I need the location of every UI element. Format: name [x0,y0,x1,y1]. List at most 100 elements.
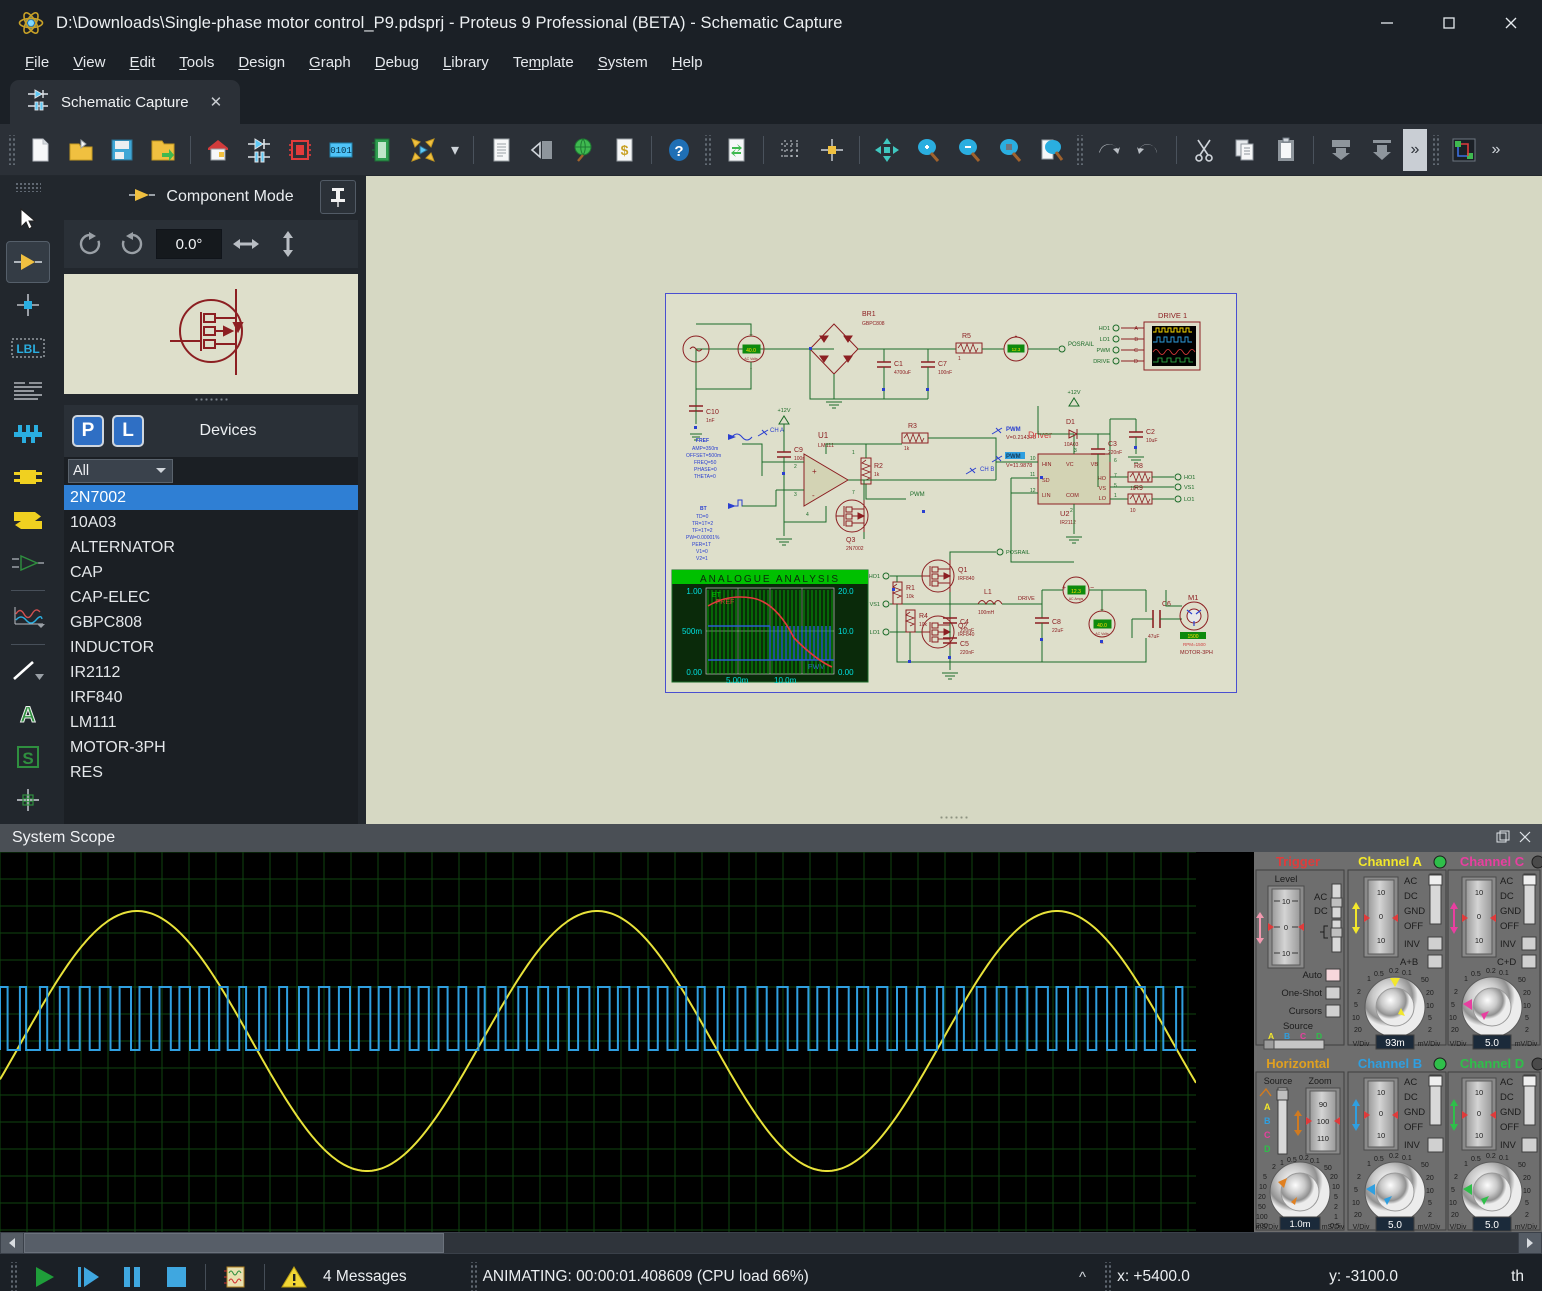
statusbar-grip-2[interactable] [469,1262,478,1291]
menu-item-graph[interactable]: Graph [298,51,362,74]
rotate-clockwise-icon[interactable] [72,226,108,262]
design-explorer-icon[interactable] [563,129,603,171]
menu-item-help[interactable]: Help [661,51,714,74]
device-category-select[interactable]: All [68,459,173,483]
zoom-sheet-icon[interactable] [1031,129,1071,171]
new-file-icon[interactable] [20,129,60,171]
scrollbar-thumb[interactable] [24,1233,444,1253]
menu-item-view[interactable]: View [62,51,116,74]
minimize-icon[interactable] [1356,0,1418,46]
open-file-icon[interactable] [61,129,101,171]
origin-icon[interactable] [812,129,852,171]
help-icon[interactable]: ? [659,129,699,171]
scroll-left-icon[interactable] [1,1233,23,1253]
overflow-chevron-icon-2[interactable]: » [1485,129,1507,171]
caret-up-icon[interactable]: ^ [1079,1269,1086,1286]
zoom-in-icon[interactable] [908,129,948,171]
refresh-icon[interactable] [716,129,756,171]
menu-item-template[interactable]: Template [502,51,585,74]
pick-device-button[interactable]: P [72,415,104,447]
import-file-icon[interactable] [143,129,183,171]
junction-dot-mode-icon[interactable] [6,284,50,326]
symbol-mode-icon[interactable]: S [6,736,50,778]
scrollbar-track[interactable] [24,1233,1518,1253]
zoom-out-icon[interactable] [949,129,989,171]
list-item[interactable]: CAP [64,560,358,585]
mirror-horizontal-icon[interactable] [228,226,264,262]
close-icon[interactable] [1480,0,1542,46]
2d-line-mode-icon[interactable] [6,650,50,692]
schematic-canvas[interactable]: 40.0 AC Volts + - BR1 GBPC808 [366,176,1542,824]
menu-item-system[interactable]: System [587,51,659,74]
list-item[interactable]: IR2112 [64,660,358,685]
schematic-capture-icon[interactable] [239,129,279,171]
list-item[interactable]: MOTOR-3PH [64,735,358,760]
zoom-area-icon[interactable] [990,129,1030,171]
rotation-angle-value[interactable]: 0.0° [156,229,222,259]
messages-count[interactable]: 4 Messages [323,1268,407,1286]
subcircuit-mode-icon[interactable] [6,456,50,498]
toggle-grid-icon[interactable] [771,129,811,171]
list-item[interactable]: LM111 [64,710,358,735]
pcb-route-icon[interactable] [1444,129,1484,171]
terminals-mode-icon[interactable] [6,499,50,541]
device-list[interactable]: 2N7002 10A03 ALTERNATOR CAP CAP-ELEC GBP… [64,485,358,824]
project-cost-icon[interactable]: $ [604,129,644,171]
pin-icon[interactable] [320,180,356,214]
device-pin-mode-icon[interactable] [6,542,50,584]
tab-schematic-capture[interactable]: Schematic Capture ✕ [10,80,240,124]
play-icon[interactable] [23,1257,65,1291]
redo-icon[interactable] [1129,129,1169,171]
toolbar-grip-3[interactable] [1075,135,1084,165]
list-item[interactable]: IRF840 [64,685,358,710]
paste-icon[interactable] [1266,129,1306,171]
list-item[interactable]: ALTERNATOR [64,535,358,560]
pcb-layout-icon[interactable] [280,129,320,171]
menu-item-edit[interactable]: Edit [118,51,166,74]
scope-scrollbar[interactable] [0,1232,1542,1254]
save-file-icon[interactable] [102,129,142,171]
menu-item-library[interactable]: Library [432,51,500,74]
canvas-resize-grip[interactable] [366,812,1542,822]
menu-item-debug[interactable]: Debug [364,51,430,74]
schematic-sheet[interactable]: 40.0 AC Volts + - BR1 GBPC808 [665,293,1237,693]
list-item[interactable]: INDUCTOR [64,635,358,660]
pan-icon[interactable] [867,129,907,171]
text-script-mode-icon[interactable] [6,370,50,412]
list-item[interactable]: 10A03 [64,510,358,535]
rail-grip[interactable] [15,182,41,192]
scope-display[interactable] [0,852,1254,1232]
home-sheet-icon[interactable] [198,129,238,171]
wire-label-mode-icon[interactable]: LBL [6,327,50,369]
component-mode-icon[interactable] [6,241,50,283]
copy-icon[interactable] [1225,129,1265,171]
overflow-chevron-icon[interactable]: » [1403,129,1427,171]
3d-viewer-icon[interactable] [362,129,402,171]
menu-item-file[interactable]: File [14,51,60,74]
cut-icon[interactable] [1184,129,1224,171]
stop-icon[interactable] [155,1257,197,1291]
warning-icon[interactable] [273,1257,315,1291]
netlist-transfer-icon[interactable] [403,129,443,171]
library-button[interactable]: L [112,415,144,447]
preview-resize-grip[interactable] [56,394,366,405]
statusbar-grip-3[interactable] [1103,1262,1112,1291]
toolbar-grip[interactable] [7,135,16,165]
list-item[interactable]: RES [64,760,358,785]
graph-mode-icon[interactable] [6,596,50,638]
source-code-icon[interactable]: 0101 [321,129,361,171]
list-item[interactable]: CAP-ELEC [64,585,358,610]
selection-mode-icon[interactable] [6,198,50,240]
toolbar-grip-4[interactable] [1431,135,1440,165]
text-mode-icon[interactable]: A [6,693,50,735]
menu-item-tools[interactable]: Tools [168,51,225,74]
mirror-vertical-icon[interactable] [270,226,306,262]
scroll-right-icon[interactable] [1519,1233,1541,1253]
statusbar-grip[interactable] [9,1262,18,1291]
block-move-icon[interactable] [1362,129,1402,171]
marker-mode-icon[interactable] [6,779,50,821]
scope-control-panel[interactable]: Trigger Level 10010 AC DC Auto One-Shot … [1254,852,1542,1232]
simulation-graph-icon[interactable] [214,1257,256,1291]
float-panel-icon[interactable] [1496,830,1512,846]
electrical-rules-check-icon[interactable] [522,129,562,171]
